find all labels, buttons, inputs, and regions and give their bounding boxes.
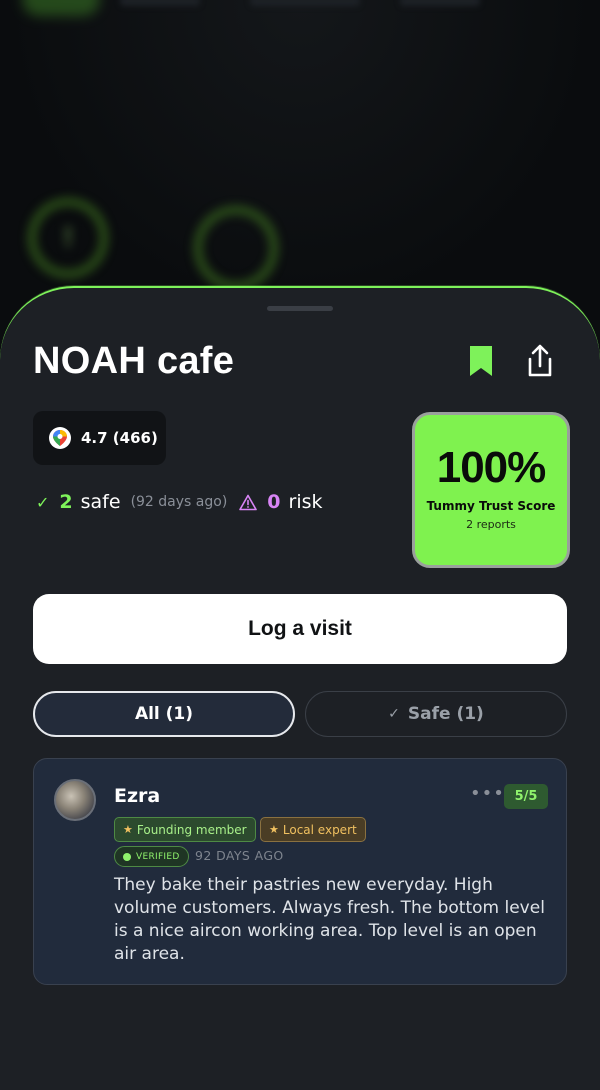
map-pin[interactable] [194,206,278,290]
report-count: 2 reports [466,518,516,531]
map-background[interactable]: ! [0,0,600,320]
badge-label: Local expert [282,822,357,837]
safe-time-ago: (92 days ago) [130,494,228,510]
review-card[interactable]: Ezra ••• 5/5 ★ Founding member ★ Local e… [33,758,567,985]
map-filter-chip [22,0,100,16]
risk-label: risk [288,491,323,513]
tab-all[interactable]: All (1) [33,691,295,737]
review-rating-badge: 5/5 [504,784,548,809]
log-visit-button[interactable]: Log a visit [33,594,567,664]
rating-value: 4.7 (466) [81,429,158,447]
reviewer-name[interactable]: Ezra [114,785,160,807]
risk-count: 0 [267,491,281,513]
map-blur-element [400,0,480,6]
tab-safe[interactable]: ✓ Safe (1) [305,691,567,737]
sheet-drag-handle[interactable] [267,306,333,311]
review-text: They bake their pastries new everyday. H… [114,875,545,964]
more-options-icon[interactable]: ••• [470,783,505,804]
trust-score-value: 100% [436,443,547,492]
avatar[interactable] [54,779,96,821]
map-pin[interactable]: ! [28,198,108,278]
verified-label: VERIFIED [136,851,180,862]
badge-label: Founding member [136,822,247,837]
safety-stats: ✓ 2 safe (92 days ago) 0 risk [36,491,323,513]
map-blur-element [120,0,200,6]
tab-all-label: All (1) [134,704,194,724]
map-blur-element [250,0,360,6]
tab-safe-label: Safe (1) [407,704,484,724]
verified-dot-icon [123,852,131,861]
verified-badge: VERIFIED [114,846,189,867]
local-expert-badge: ★ Local expert [260,817,366,842]
bookmark-icon[interactable] [466,344,496,378]
check-icon: ✓ [388,706,400,722]
trust-score-label: Tummy Trust Score [426,499,556,513]
review-time: 92 DAYS AGO [195,848,284,863]
trust-score-card[interactable]: 100% Tummy Trust Score 2 reports [412,412,570,568]
check-icon: ✓ [36,492,50,512]
map-pin-icon: ! [62,223,74,253]
place-bottom-sheet: NOAH cafe 4.7 (466) ✓ 2 safe (92 days ag… [0,286,600,1090]
founding-member-badge: ★ Founding member [114,817,256,842]
google-rating-chip[interactable]: 4.7 (466) [33,411,166,465]
google-maps-icon [49,427,71,449]
warning-icon [239,494,258,510]
safe-count: 2 [59,491,73,513]
star-icon: ★ [269,823,279,836]
safe-label: safe [80,491,121,513]
star-icon: ★ [123,823,133,836]
share-icon[interactable] [524,342,556,380]
place-title: NOAH cafe [33,340,235,382]
